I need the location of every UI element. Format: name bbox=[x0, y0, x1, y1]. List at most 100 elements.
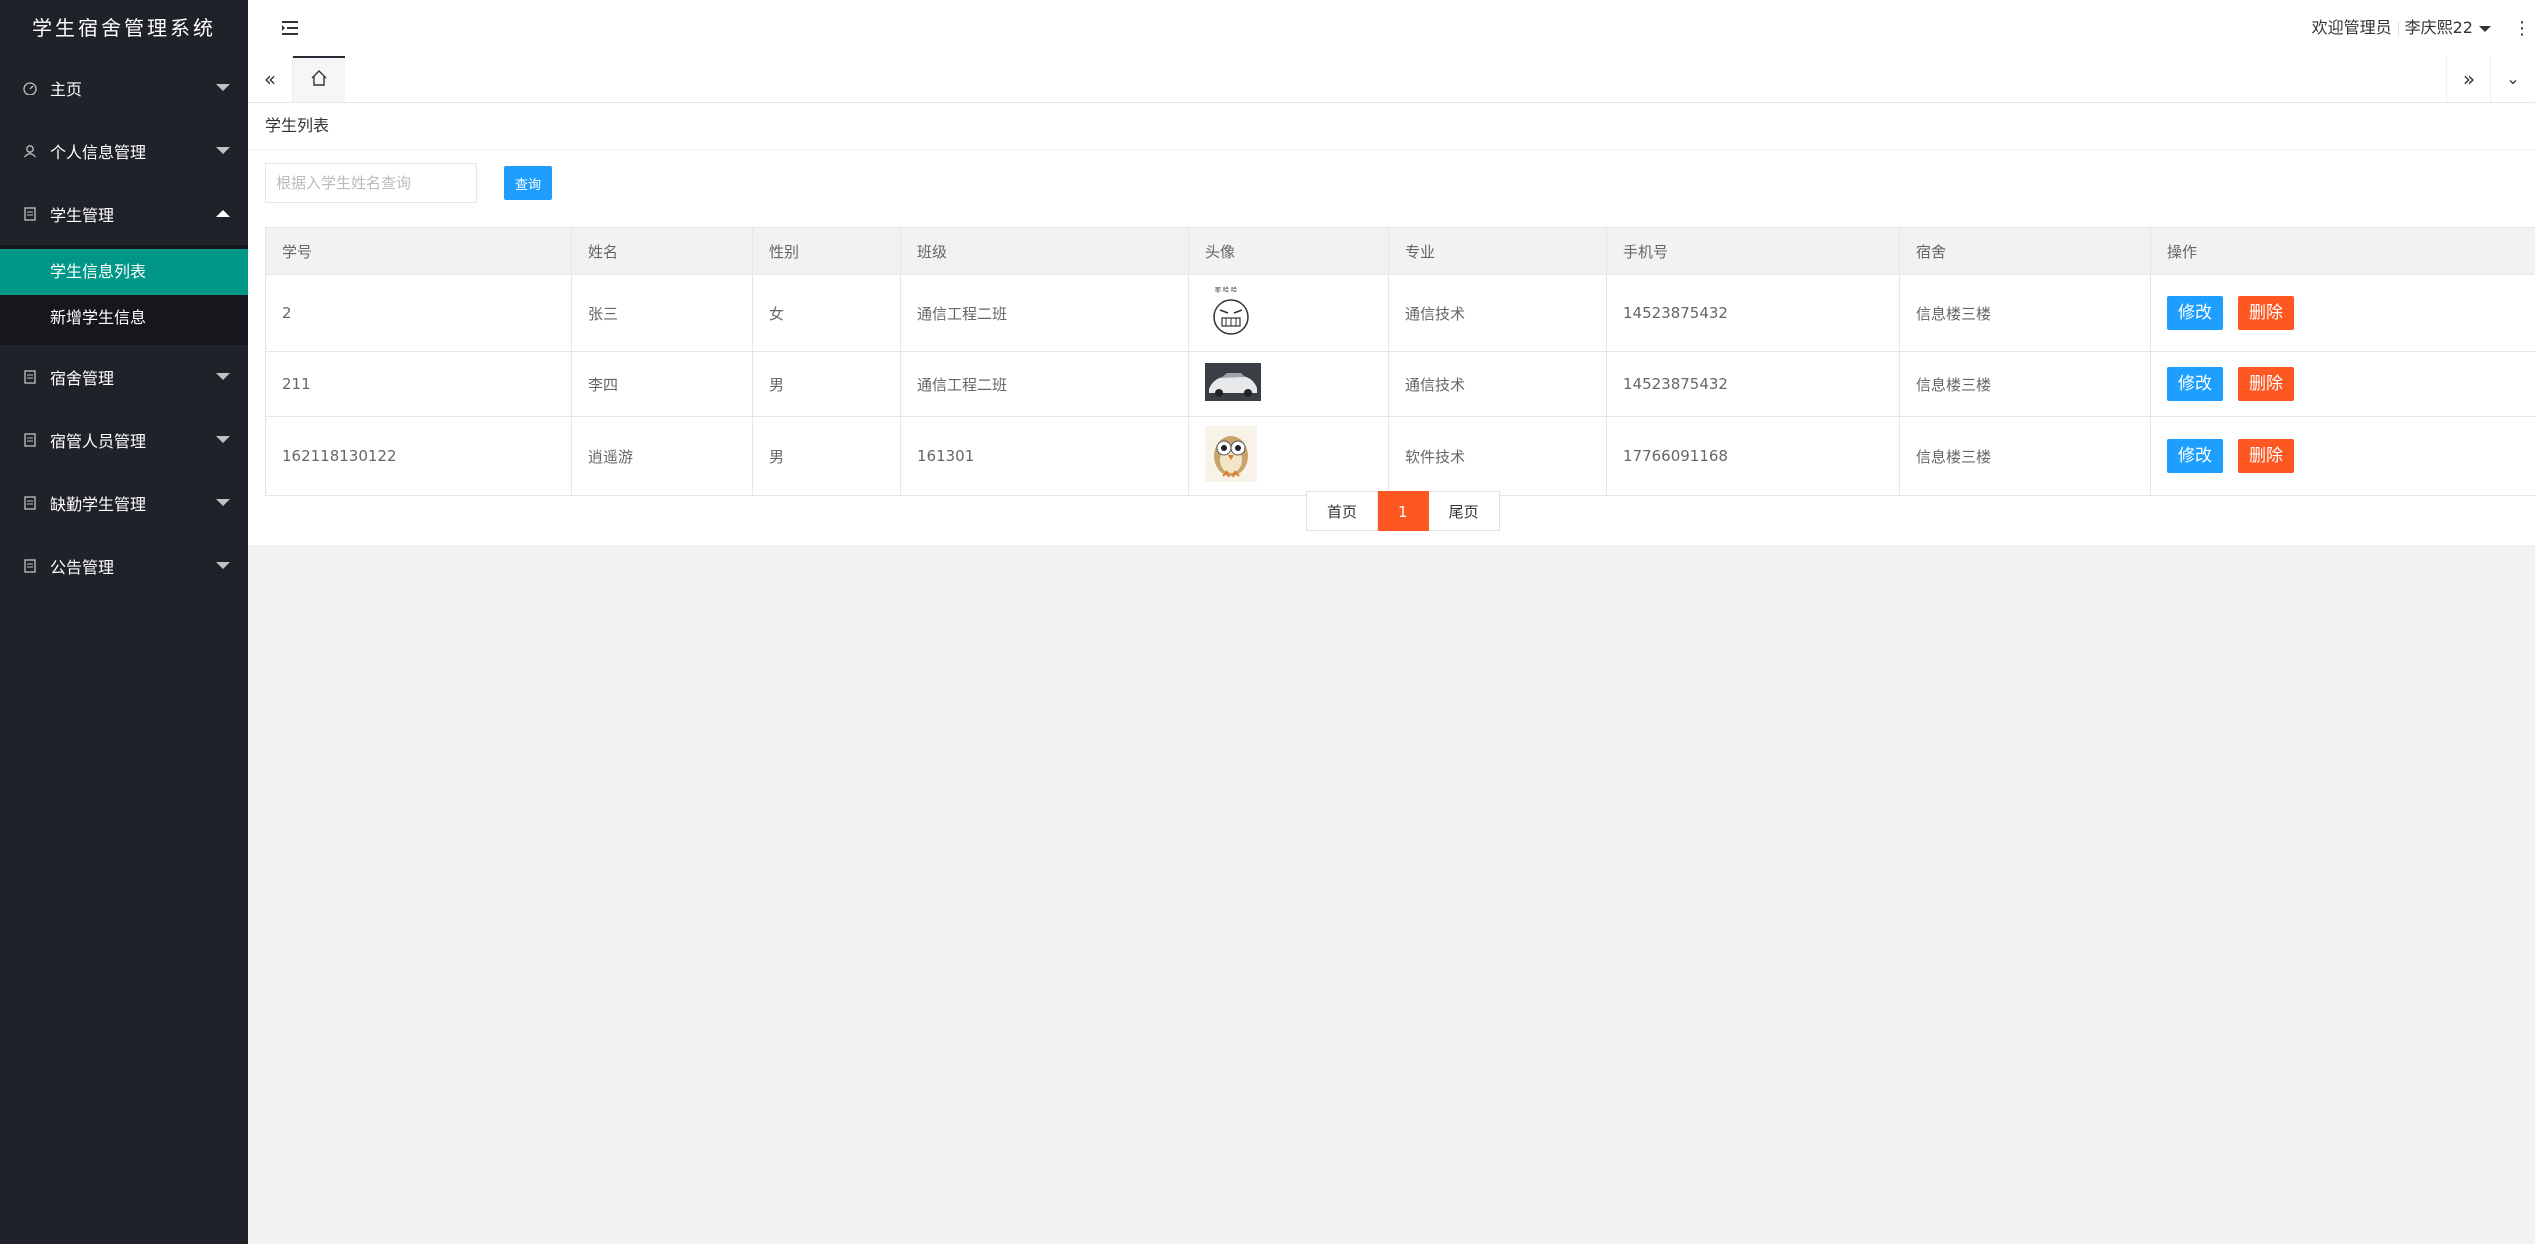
sidebar-item-label: 公告管理 bbox=[50, 557, 115, 577]
avatar-meme-face: 耶哈哈 bbox=[1205, 283, 1257, 339]
tabs-scroll-left-icon[interactable]: « bbox=[248, 56, 293, 102]
sidebar-item-home[interactable]: 主页 bbox=[0, 56, 248, 119]
chevron-down-icon bbox=[2479, 25, 2491, 32]
column-header: 操作 bbox=[2150, 227, 2535, 275]
pager-first-button[interactable]: 首页 bbox=[1306, 491, 1379, 531]
chevron-down-icon bbox=[216, 436, 230, 443]
tabs-menu-chevron-down-icon[interactable]: ⌄ bbox=[2490, 56, 2535, 102]
edit-button[interactable]: 修改 bbox=[2167, 296, 2223, 330]
dashboard-icon bbox=[22, 80, 38, 96]
cell-name: 李四 bbox=[571, 351, 753, 417]
file-icon bbox=[22, 495, 38, 511]
top-header: 欢迎管理员 李庆熙22 ⋮ bbox=[248, 0, 2535, 57]
sidebar-item-add-student[interactable]: 新增学生信息 bbox=[0, 295, 248, 341]
sidebar-item-absence[interactable]: 缺勤学生管理 bbox=[0, 471, 248, 534]
delete-button[interactable]: 删除 bbox=[2238, 367, 2294, 401]
cell-avatar bbox=[1188, 351, 1389, 417]
students-submenu: 学生信息列表 新增学生信息 bbox=[0, 245, 248, 345]
file-icon bbox=[22, 369, 38, 385]
delete-button[interactable]: 删除 bbox=[2238, 296, 2294, 330]
cell-avatar: 耶哈哈 bbox=[1188, 274, 1389, 352]
chevron-down-icon bbox=[216, 84, 230, 91]
cell-phone: 14523875432 bbox=[1606, 351, 1900, 417]
home-icon bbox=[310, 69, 328, 91]
delete-button[interactable]: 删除 bbox=[2238, 439, 2294, 473]
cell-phone: 17766091168 bbox=[1606, 416, 1900, 496]
cell-actions: 修改 删除 bbox=[2150, 416, 2535, 496]
cell-dorm: 信息楼三楼 bbox=[1899, 416, 2151, 496]
cell-gender: 男 bbox=[752, 351, 901, 417]
cell-student-id: 2 bbox=[265, 274, 572, 352]
sidebar-item-profile[interactable]: 个人信息管理 bbox=[0, 119, 248, 182]
column-header: 手机号 bbox=[1606, 227, 1900, 275]
chevron-down-icon bbox=[216, 562, 230, 569]
cell-actions: 修改 删除 bbox=[2150, 274, 2535, 352]
cell-student-id: 211 bbox=[265, 351, 572, 417]
sidebar-item-dorms[interactable]: 宿舍管理 bbox=[0, 345, 248, 408]
sidebar-item-dorm-staff[interactable]: 宿管人员管理 bbox=[0, 408, 248, 471]
user-menu[interactable]: 欢迎管理员 李庆熙22 bbox=[2312, 0, 2491, 56]
sidebar-item-student-list[interactable]: 学生信息列表 bbox=[0, 249, 248, 295]
pager-current-page[interactable]: 1 bbox=[1378, 491, 1429, 531]
cell-major: 软件技术 bbox=[1388, 416, 1607, 496]
username: 李庆熙22 bbox=[2404, 18, 2473, 37]
table-row: 162118130122 逍遥游 男 161301 软件技术 177660911… bbox=[265, 416, 2535, 496]
cell-name: 逍遥游 bbox=[571, 416, 753, 496]
cell-name: 张三 bbox=[571, 274, 753, 352]
column-header: 性别 bbox=[752, 227, 901, 275]
chevron-up-icon bbox=[216, 210, 230, 217]
file-icon bbox=[22, 206, 38, 222]
table-row: 2 张三 女 通信工程二班 耶哈哈 通信技术 14523875432 信息楼三楼… bbox=[265, 274, 2535, 352]
tab-home[interactable] bbox=[293, 56, 345, 102]
card-title: 学生列表 bbox=[248, 103, 2535, 150]
search-row: 查询 bbox=[265, 163, 553, 203]
column-header: 班级 bbox=[900, 227, 1189, 275]
column-header: 学号 bbox=[265, 227, 572, 275]
sidebar-item-students[interactable]: 学生管理 bbox=[0, 182, 248, 245]
cell-class: 161301 bbox=[900, 416, 1189, 496]
column-header: 宿舍 bbox=[1899, 227, 2151, 275]
column-header: 头像 bbox=[1188, 227, 1389, 275]
cell-class: 通信工程二班 bbox=[900, 351, 1189, 417]
search-button[interactable]: 查询 bbox=[504, 166, 553, 200]
pagination: 首页 1 尾页 bbox=[1306, 491, 1500, 531]
cell-avatar bbox=[1188, 416, 1389, 496]
cell-gender: 女 bbox=[752, 274, 901, 352]
column-header: 专业 bbox=[1388, 227, 1607, 275]
tabs-scroll-right-icon[interactable]: » bbox=[2446, 56, 2491, 102]
search-input[interactable] bbox=[265, 163, 477, 203]
sidebar: 学生宿舍管理系统 主页 个人信息管理 学生管理 学生信息列表 新增学生信息 宿舍… bbox=[0, 0, 248, 1244]
cell-major: 通信技术 bbox=[1388, 274, 1607, 352]
sidebar-item-label: 学生管理 bbox=[50, 205, 115, 225]
file-icon bbox=[22, 432, 38, 448]
welcome-text: 欢迎管理员 bbox=[2311, 18, 2392, 37]
cell-major: 通信技术 bbox=[1388, 351, 1607, 417]
menu-toggle-icon[interactable] bbox=[280, 18, 300, 38]
user-icon bbox=[22, 143, 38, 159]
pager-last-button[interactable]: 尾页 bbox=[1428, 491, 1500, 531]
column-header: 姓名 bbox=[571, 227, 753, 275]
student-list-card: 学生列表 查询 学号 姓名 性别 班级 头像 专业 手机号 宿舍 操作 2 张 bbox=[248, 103, 2535, 545]
table-header-row: 学号 姓名 性别 班级 头像 专业 手机号 宿舍 操作 bbox=[265, 227, 2535, 275]
student-table: 学号 姓名 性别 班级 头像 专业 手机号 宿舍 操作 2 张三 女 通信工程二… bbox=[265, 227, 2535, 496]
edit-button[interactable]: 修改 bbox=[2167, 439, 2223, 473]
sidebar-item-label: 宿管人员管理 bbox=[50, 431, 147, 451]
sidebar-item-label: 主页 bbox=[50, 79, 83, 99]
svg-text:哈: 哈 bbox=[1223, 286, 1229, 294]
sidebar-item-label: 缺勤学生管理 bbox=[50, 494, 147, 514]
edit-button[interactable]: 修改 bbox=[2167, 367, 2223, 401]
sidebar-item-label: 个人信息管理 bbox=[50, 142, 147, 162]
tab-bar: « » ⌄ bbox=[248, 56, 2535, 103]
sidebar-item-notices[interactable]: 公告管理 bbox=[0, 534, 248, 597]
chevron-down-icon bbox=[216, 373, 230, 380]
chevron-down-icon bbox=[216, 147, 230, 154]
file-icon bbox=[22, 558, 38, 574]
svg-text:耶: 耶 bbox=[1215, 287, 1221, 294]
avatar-car bbox=[1205, 363, 1261, 401]
divider bbox=[2397, 21, 2399, 36]
avatar-owl bbox=[1205, 426, 1257, 482]
table-row: 211 李四 男 通信工程二班 通信技术 14523875432 信息楼三楼 修… bbox=[265, 351, 2535, 417]
more-icon[interactable]: ⋮ bbox=[2513, 18, 2531, 39]
sidebar-item-label: 宿舍管理 bbox=[50, 368, 115, 388]
svg-text:哈: 哈 bbox=[1231, 286, 1237, 294]
